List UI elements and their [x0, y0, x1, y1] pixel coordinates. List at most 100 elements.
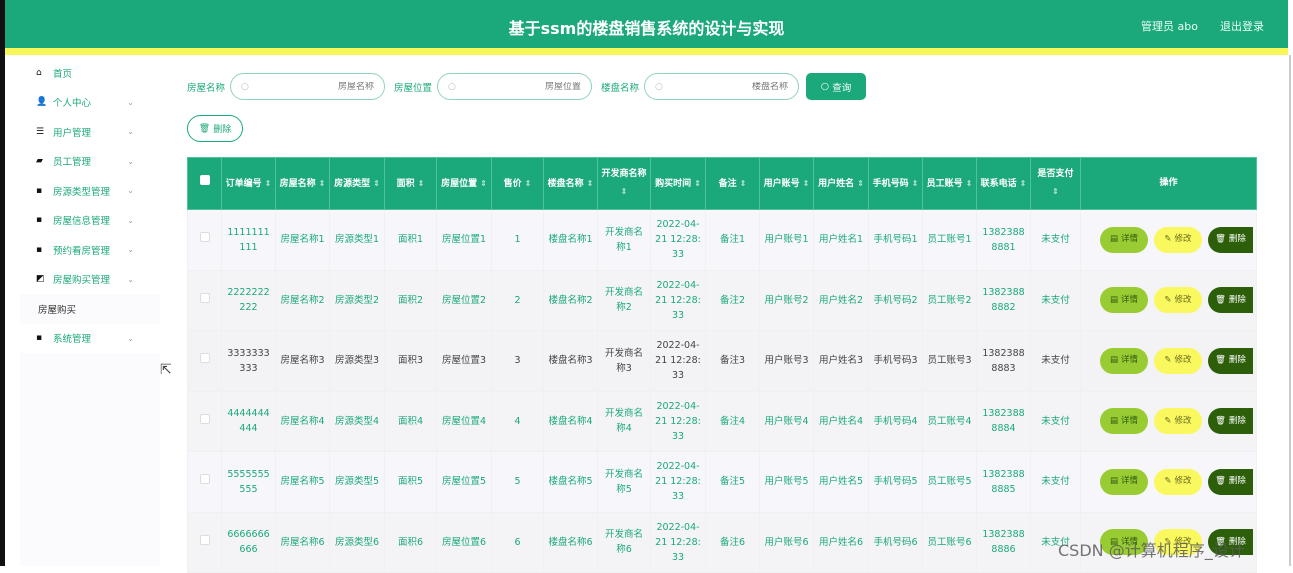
search-field-1[interactable]: ○ — [437, 73, 593, 100]
search-input[interactable] — [455, 81, 582, 92]
chevron-down-icon: ⌄ — [127, 97, 134, 107]
edit-button[interactable]: ✎ 修改 — [1154, 408, 1202, 435]
detail-button[interactable]: ▤ 详情 — [1100, 347, 1148, 374]
sort-icon[interactable]: ⇕ — [265, 179, 272, 188]
edit-button[interactable]: ✎ 修改 — [1154, 347, 1202, 374]
table-cell: 用户账号1 — [759, 209, 814, 271]
checkbox-cell — [187, 511, 222, 573]
column-header[interactable]: 是否支付 ⇕ — [1030, 157, 1081, 210]
detail-button[interactable]: ▤ 详情 — [1100, 287, 1148, 314]
delete-button[interactable]: 🗑 删除 — [1208, 347, 1253, 374]
sidebar-item-8[interactable]: 房屋购买 — [20, 294, 160, 324]
column-header[interactable]: 购买时间 ⇕ — [650, 157, 706, 210]
edit-button[interactable]: ✎ 修改 — [1154, 287, 1202, 314]
sidebar-item-5[interactable]: ▪ 房屋信息管理 ⌄ — [20, 205, 160, 235]
sort-icon[interactable]: ⇕ — [803, 179, 810, 188]
batch-delete-button[interactable]: 🗑 删除 — [187, 115, 243, 142]
row-checkbox[interactable] — [199, 353, 210, 364]
sort-icon[interactable]: ⇕ — [587, 179, 594, 188]
detail-button[interactable]: ▤ 详情 — [1100, 468, 1148, 495]
row-checkbox[interactable] — [199, 474, 210, 485]
sort-icon[interactable]: ⇕ — [912, 179, 919, 188]
sort-icon[interactable]: ⇕ — [740, 179, 747, 188]
sidebar-item-4[interactable]: ▪ 房源类型管理 ⌄ — [20, 176, 160, 206]
sort-icon[interactable]: ⇕ — [319, 179, 326, 188]
logout-link[interactable]: 退出登录 — [1220, 18, 1264, 34]
search-field-2[interactable]: ○ — [644, 73, 800, 100]
edit-button[interactable]: ✎ 修改 — [1154, 468, 1202, 495]
column-header[interactable]: 开发商名称 ⇕ — [597, 157, 651, 210]
delete-button[interactable]: 🗑 删除 — [1208, 226, 1253, 253]
table-cell: 2022-04-21 12:28:33 — [650, 269, 706, 331]
detail-button[interactable]: ▤ 详情 — [1100, 408, 1148, 435]
column-header[interactable]: 用户账号 ⇕ — [759, 157, 814, 210]
pencil-icon: ✎ — [1164, 234, 1172, 245]
select-all-checkbox[interactable] — [199, 175, 210, 185]
table-cell: 面积2 — [384, 269, 437, 331]
column-header[interactable]: 售价 ⇕ — [491, 157, 544, 210]
column-header[interactable]: 房源类型 ⇕ — [329, 157, 385, 210]
row-checkbox[interactable] — [199, 534, 210, 545]
sort-icon[interactable]: ⇕ — [480, 179, 487, 188]
vertical-scrollbar[interactable] — [1289, 55, 1291, 566]
row-checkbox[interactable] — [199, 232, 210, 243]
current-user: 管理员 abo — [1141, 20, 1198, 33]
chevron-down-icon: ⌄ — [127, 186, 134, 196]
sidebar: ⌂ 首页 👤 个人中心 ⌄ ☰ 用户管理 ⌄ ▰ 员工管理 ⌄ ▪ 房源类型管理 ⌄ ▪ 房屋信息管理 ⌄ ▪ 预约… — [20, 58, 160, 566]
table-cell: 面积4 — [384, 390, 437, 452]
table-cell: 房源类型5 — [329, 451, 385, 513]
column-header[interactable]: 联系电话 ⇕ — [976, 157, 1031, 210]
sort-icon[interactable]: ⇕ — [418, 179, 425, 188]
delete-button[interactable]: 🗑 删除 — [1208, 287, 1253, 314]
column-header[interactable]: 房屋位置 ⇕ — [436, 157, 492, 210]
sort-icon[interactable]: ⇕ — [373, 179, 380, 188]
sidebar-item-3[interactable]: ▰ 员工管理 ⌄ — [20, 146, 160, 176]
delete-button[interactable]: 🗑 删除 — [1208, 468, 1253, 495]
column-header[interactable]: 备注 ⇕ — [705, 157, 760, 210]
sidebar-item-2[interactable]: ☰ 用户管理 ⌄ — [20, 117, 160, 147]
document-icon: ▤ — [1109, 415, 1118, 426]
column-header[interactable]: 员工账号 ⇕ — [922, 157, 977, 210]
sort-icon[interactable]: ⇕ — [966, 179, 973, 188]
detail-button[interactable]: ▤ 详情 — [1100, 226, 1148, 253]
column-header[interactable]: 房屋名称 ⇕ — [275, 157, 330, 210]
sidebar-item-label: 预约看房管理 — [53, 245, 111, 257]
sort-icon[interactable]: ⇕ — [621, 187, 628, 196]
sidebar-item-label: 房屋购买管理 — [53, 275, 111, 287]
top-header: 基于ssm的楼盘销售系统的设计与实现 管理员 abo 退出登录 — [5, 0, 1288, 48]
row-checkbox[interactable] — [199, 292, 210, 303]
column-header[interactable]: 订单编号 ⇕ — [221, 157, 276, 210]
sidebar-item-6[interactable]: ▪ 预约看房管理 ⌄ — [20, 235, 160, 265]
sort-icon[interactable]: ⇕ — [1052, 187, 1059, 196]
search-label: 楼盘名称 — [601, 82, 640, 94]
column-header[interactable]: 手机号码 ⇕ — [868, 157, 923, 210]
checkbox-cell — [187, 209, 222, 271]
column-header[interactable]: 面积 ⇕ — [384, 157, 437, 210]
actions-cell: ▤ 详情 ✎ 修改 🗑 删除 — [1080, 390, 1257, 452]
delete-button[interactable]: 🗑 删除 — [1208, 408, 1253, 435]
sidebar-item-label: 房屋信息管理 — [53, 216, 111, 228]
table-cell: 2022-04-21 12:28:33 — [650, 209, 706, 271]
sidebar-item-label: 员工管理 — [53, 157, 92, 169]
sidebar-item-9[interactable]: ▪ 系统管理 ⌄ — [20, 323, 160, 353]
sort-icon[interactable]: ⇕ — [857, 179, 864, 188]
search-input[interactable] — [662, 81, 789, 92]
row-checkbox[interactable] — [199, 413, 210, 424]
sort-icon[interactable]: ⇕ — [1020, 179, 1027, 188]
search-field-0[interactable]: ○ — [230, 73, 386, 100]
edit-button[interactable]: ✎ 修改 — [1154, 226, 1202, 253]
column-header[interactable]: 用户姓名 ⇕ — [813, 157, 869, 210]
column-header[interactable]: 楼盘名称 ⇕ — [543, 157, 598, 210]
sidebar-item-0[interactable]: ⌂ 首页 — [20, 58, 160, 88]
table-cell: 用户账号6 — [759, 511, 814, 573]
query-button[interactable]: ○ 查询 — [806, 73, 867, 100]
table-cell: 房屋名称4 — [275, 390, 330, 452]
sidebar-item-7[interactable]: ◩ 房屋购买管理 ⌄ — [20, 264, 160, 294]
table-cell: 4444444444 — [221, 390, 276, 452]
user-icon: 👤 — [36, 97, 48, 108]
sort-icon[interactable]: ⇕ — [694, 179, 701, 188]
sidebar-item-1[interactable]: 👤 个人中心 ⌄ — [20, 87, 160, 117]
table-cell: 未支付 — [1030, 269, 1081, 331]
sort-icon[interactable]: ⇕ — [525, 179, 532, 188]
search-input[interactable] — [248, 81, 375, 92]
